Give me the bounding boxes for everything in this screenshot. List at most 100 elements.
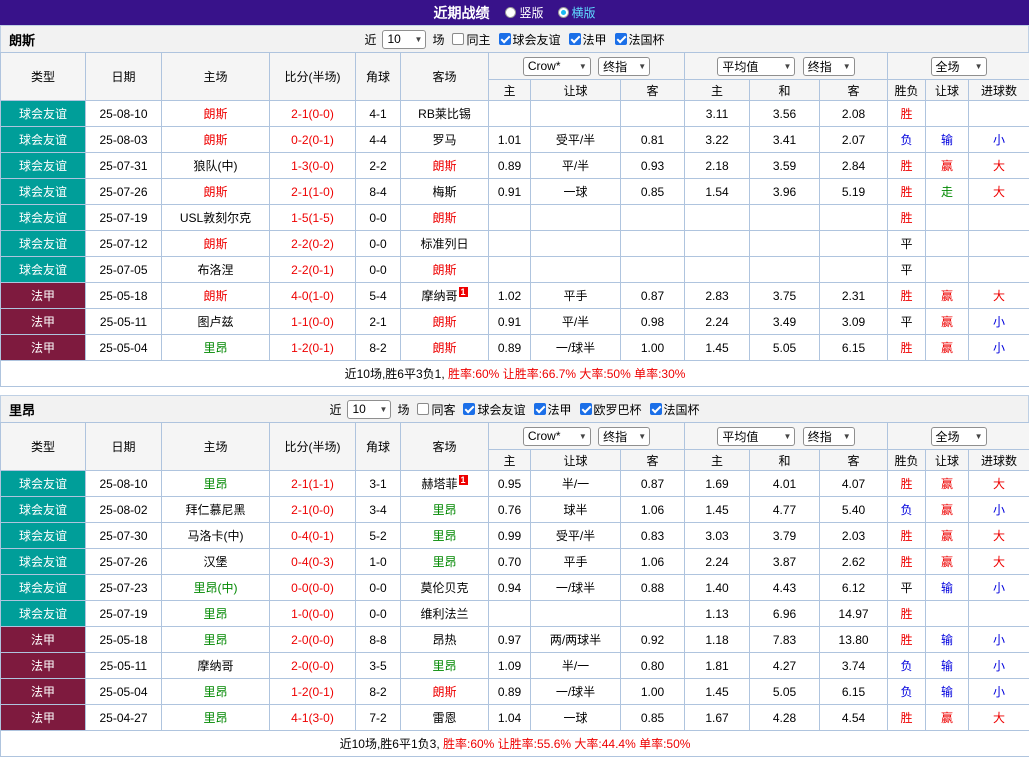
cell: 球会友谊	[1, 497, 86, 523]
filter-checkbox-法甲[interactable]: 法甲	[569, 31, 607, 48]
cell: 2-0(0-0)	[270, 627, 356, 653]
cell: 里昂	[162, 705, 270, 731]
summary-segment: 近10场,胜6平3负1,	[345, 367, 448, 381]
cell: 1-0	[356, 549, 401, 575]
cell: 2-1(1-1)	[270, 471, 356, 497]
result-group: 全场▼	[888, 53, 1029, 80]
cell: 里昂	[162, 335, 270, 361]
layout-radio-竖版[interactable]: 竖版	[505, 4, 543, 21]
avg-time-select[interactable]: 终指▼	[803, 427, 855, 446]
chevron-down-icon: ▼	[415, 35, 423, 44]
sub-header: 让球	[531, 450, 621, 471]
filter-checkbox-法国杯[interactable]: 法国杯	[650, 401, 700, 418]
checkbox-icon[interactable]	[499, 33, 511, 45]
red-card-badge: 1	[459, 287, 468, 297]
cell: 0-2(0-1)	[270, 127, 356, 153]
fulltime-select[interactable]: 全场▼	[931, 427, 987, 446]
sub-header: 客	[621, 80, 685, 101]
cell: 小	[969, 127, 1029, 153]
cell: 1.09	[489, 653, 531, 679]
odds-time-select[interactable]: 终指▼	[598, 57, 650, 76]
filter-checkbox-球会友谊[interactable]: 球会友谊	[463, 401, 525, 418]
cell	[489, 601, 531, 627]
cell: 5.19	[820, 179, 888, 205]
checkbox-icon[interactable]	[417, 403, 429, 415]
cell: 赢	[926, 549, 969, 575]
cell: 2.83	[685, 283, 750, 309]
cell: 2.24	[685, 309, 750, 335]
cell: 受平/半	[531, 523, 621, 549]
checkbox-label: 法甲	[548, 401, 572, 418]
checkbox-icon[interactable]	[650, 403, 662, 415]
filters: 近 10▼ 场 同主球会友谊法甲法国杯	[364, 30, 664, 49]
cell: 平	[888, 309, 926, 335]
col-header-date: 日期	[86, 53, 162, 101]
cell	[489, 231, 531, 257]
radio-icon[interactable]	[558, 7, 569, 18]
match-count-select[interactable]: 10▼	[382, 30, 426, 49]
odds-company-select[interactable]: Crow*▼	[523, 427, 591, 446]
checkbox-icon[interactable]	[580, 403, 592, 415]
filter-checkbox-欧罗巴杯[interactable]: 欧罗巴杯	[580, 401, 642, 418]
checkbox-label: 法国杯	[664, 401, 700, 418]
avg-time-select[interactable]: 终指▼	[803, 57, 855, 76]
cell: 球半	[531, 497, 621, 523]
cell: 球会友谊	[1, 601, 86, 627]
cell: 1.40	[685, 575, 750, 601]
checkbox-icon[interactable]	[615, 33, 627, 45]
col-header-score: 比分(半场)	[270, 423, 356, 471]
games-label: 场	[432, 31, 444, 48]
cell: 朗斯	[401, 153, 489, 179]
avg-select[interactable]: 平均值▼	[717, 427, 795, 446]
cell	[621, 601, 685, 627]
odds-time-select[interactable]: 终指▼	[598, 427, 650, 446]
cell: 球会友谊	[1, 153, 86, 179]
cell	[489, 257, 531, 283]
cell: 负	[888, 679, 926, 705]
match-count-select[interactable]: 10▼	[347, 400, 391, 419]
odds-company-select[interactable]: Crow*▼	[523, 57, 591, 76]
radio-icon[interactable]	[505, 7, 516, 18]
match-row: 法甲25-05-18朗斯4-0(1-0)5-4摩纳哥11.02平手0.872.8…	[1, 283, 1029, 309]
filter-checkbox-法甲[interactable]: 法甲	[534, 401, 572, 418]
cell: 半/一	[531, 471, 621, 497]
cell: 球会友谊	[1, 179, 86, 205]
cell: 1.45	[685, 335, 750, 361]
cell: 5.05	[750, 335, 820, 361]
cell: 大	[969, 283, 1029, 309]
cell: 里昂	[162, 601, 270, 627]
cell: 0-0(0-0)	[270, 575, 356, 601]
cell: 0.89	[489, 153, 531, 179]
sub-header: 胜负	[888, 80, 926, 101]
filter-checkbox-球会友谊[interactable]: 球会友谊	[499, 31, 561, 48]
filter-checkbox-同主[interactable]: 同主	[452, 31, 490, 48]
cell: 布洛涅	[162, 257, 270, 283]
matches-table: 类型 日期 主场 比分(半场) 角球 客场 Crow*▼ 终指▼ 平均值▼ 终指…	[0, 52, 1029, 387]
layout-radio-横版[interactable]: 横版	[558, 4, 596, 21]
cell: 2.62	[820, 549, 888, 575]
checkbox-icon[interactable]	[463, 403, 475, 415]
cell: 4.43	[750, 575, 820, 601]
cell	[820, 231, 888, 257]
match-row: 球会友谊25-07-23里昂(中)0-0(0-0)0-0莫伦贝克0.94一/球半…	[1, 575, 1029, 601]
checkbox-icon[interactable]	[569, 33, 581, 45]
cell: 赢	[926, 283, 969, 309]
checkbox-icon[interactable]	[452, 33, 464, 45]
checkbox-label: 同客	[431, 401, 455, 418]
cell: 2-1(0-0)	[270, 101, 356, 127]
cell: 1.45	[685, 497, 750, 523]
summary-segment: 胜率:60%	[448, 367, 499, 381]
cell: 0.88	[621, 575, 685, 601]
avg-select[interactable]: 平均值▼	[717, 57, 795, 76]
filter-checkbox-同客[interactable]: 同客	[417, 401, 455, 418]
filter-checkbox-法国杯[interactable]: 法国杯	[615, 31, 665, 48]
match-row: 球会友谊25-07-31狼队(中)1-3(0-0)2-2朗斯0.89平/半0.9…	[1, 153, 1029, 179]
cell: 雷恩	[401, 705, 489, 731]
chevron-down-icon: ▼	[579, 432, 587, 441]
cell: 1.81	[685, 653, 750, 679]
checkbox-icon[interactable]	[534, 403, 546, 415]
cell: 赢	[926, 497, 969, 523]
cell	[685, 257, 750, 283]
sub-header: 进球数	[969, 450, 1029, 471]
fulltime-select[interactable]: 全场▼	[931, 57, 987, 76]
